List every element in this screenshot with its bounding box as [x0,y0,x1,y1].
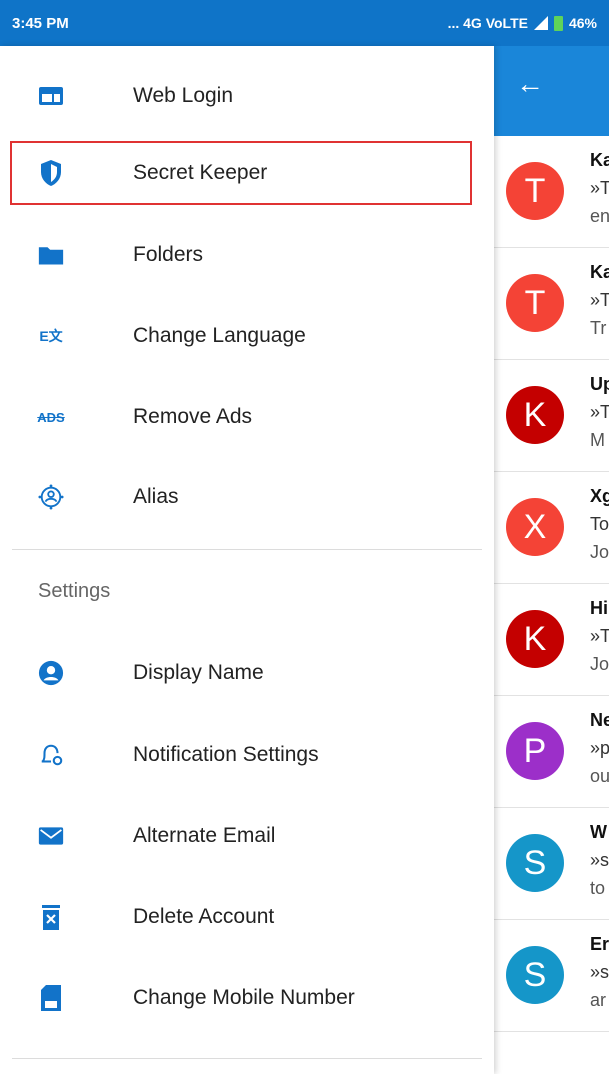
sender-avatar: X [506,498,564,556]
menu-item-label: Change Mobile Number [133,986,355,1009]
email-preview-line1: W [590,822,607,842]
email-preview-line3: Jo [590,654,609,674]
email-preview-line1: Up [590,374,609,394]
status-indicators: ... 4G VoLTE 46% [448,15,597,31]
status-bar: 3:45 PM ... 4G VoLTE 46% [0,0,609,46]
email-preview-line1: Ka [590,150,609,170]
menu-item-label: Folders [133,243,204,266]
email-preview-line3: Jo [590,542,609,562]
divider [12,549,482,550]
email-preview: Xg To Jo [590,482,609,566]
email-preview: Er »s ar [590,930,609,1014]
translate-icon: E文 [39,328,63,344]
menu-item-label: Alternate Email [133,824,276,847]
network-status: ... 4G VoLTE [447,15,528,31]
ads-icon: ADS [37,409,65,425]
sender-avatar: T [506,274,564,332]
email-row[interactable]: K Up »T M [494,360,609,472]
divider [12,1058,482,1059]
sim-icon [38,985,64,1011]
email-preview-line1: Xg [590,486,609,506]
menu-item-label: Alias [133,485,179,508]
sender-avatar: K [506,610,564,668]
email-preview: Ka »T en [590,146,609,230]
email-preview-line3: to [590,878,606,898]
email-row[interactable]: S W »s to [494,808,609,920]
email-preview-line3: Tr [590,318,607,338]
email-preview-line2: »s [590,962,609,982]
bell-gear-icon [38,742,64,768]
battery-icon [553,15,563,31]
menu-item-label: Display Name [133,661,264,684]
email-preview-line2: »T [590,178,609,198]
menu-item-delete-account[interactable]: Delete Account [12,887,470,947]
sender-avatar: S [506,946,564,1004]
email-row[interactable]: T Ka »T en [494,136,609,248]
menu-item-secret-keeper[interactable]: Secret Keeper [10,141,472,205]
menu-item-label: Change Language [133,324,306,347]
envelope-icon [38,823,64,849]
menu-item-label: Notification Settings [133,743,319,766]
email-preview-line1: Hi [590,598,608,618]
sender-avatar: K [506,386,564,444]
email-preview-line2: »p [590,738,609,758]
email-preview: Hi »T Jo [590,594,609,678]
menu-item-change-mobile-number[interactable]: Change Mobile Number [12,968,470,1028]
email-preview-line2: »T [590,626,609,646]
menu-item-label: Secret Keeper [133,161,268,184]
shield-icon [38,160,64,186]
email-preview-line2: »T [590,402,609,422]
email-preview: Ka »T Tr [590,258,609,342]
email-row[interactable]: S Er »s ar [494,920,609,1032]
menu-item-label: Delete Account [133,905,275,928]
menu-item-display-name[interactable]: Display Name [12,643,470,703]
email-preview-line3: M [590,430,605,450]
menu-item-label: Web Login [133,84,234,107]
menu-item-change-language[interactable]: E文 Change Language [12,306,470,366]
menu-item-web-login[interactable]: Web Login [12,66,470,126]
menu-item-notification-settings[interactable]: Notification Settings [12,725,470,785]
email-preview-line2: »T [590,290,609,310]
email-preview-line3: en [590,206,609,226]
email-row[interactable]: K Hi »T Jo [494,584,609,696]
back-arrow-icon[interactable]: ← [516,68,544,100]
email-preview-line1: Ne [590,710,609,730]
menu-item-alias[interactable]: Alias [12,467,470,527]
email-preview-line2: »s [590,850,609,870]
menu-item-folders[interactable]: Folders [12,225,470,285]
menu-item-remove-ads[interactable]: ADS Remove Ads [12,387,470,447]
email-preview-line2: To [590,514,609,534]
email-preview: Ne »p ou [590,706,609,790]
email-row[interactable]: T Ka »T Tr [494,248,609,360]
status-time: 3:45 PM [12,14,69,32]
email-preview-line1: Er [590,934,609,954]
navigation-drawer: Web Login Secret Keeper Folders E文 Chang… [0,46,494,1074]
email-preview-line1: Ka [590,262,609,282]
sender-avatar: T [506,162,564,220]
email-preview-line3: ar [590,990,607,1010]
sender-avatar: S [506,834,564,892]
settings-section-title: Settings [38,580,111,602]
menu-item-label: Remove Ads [133,405,253,428]
signal-icon [533,16,548,30]
menu-item-alternate-email[interactable]: Alternate Email [12,806,470,866]
folder-icon [38,242,64,268]
user-icon [38,660,64,686]
email-preview: Up »T M [590,370,609,454]
email-row[interactable]: X Xg To Jo [494,472,609,584]
email-preview-line3: ou [590,766,609,786]
battery-level: 46% [568,15,597,31]
trash-icon [38,904,64,930]
web-login-icon [38,83,64,109]
email-row[interactable]: P Ne »p ou [494,696,609,808]
alias-icon [38,484,64,510]
email-preview: W »s to [590,818,609,902]
sender-avatar: P [506,722,564,780]
list-header: ← [494,46,609,136]
